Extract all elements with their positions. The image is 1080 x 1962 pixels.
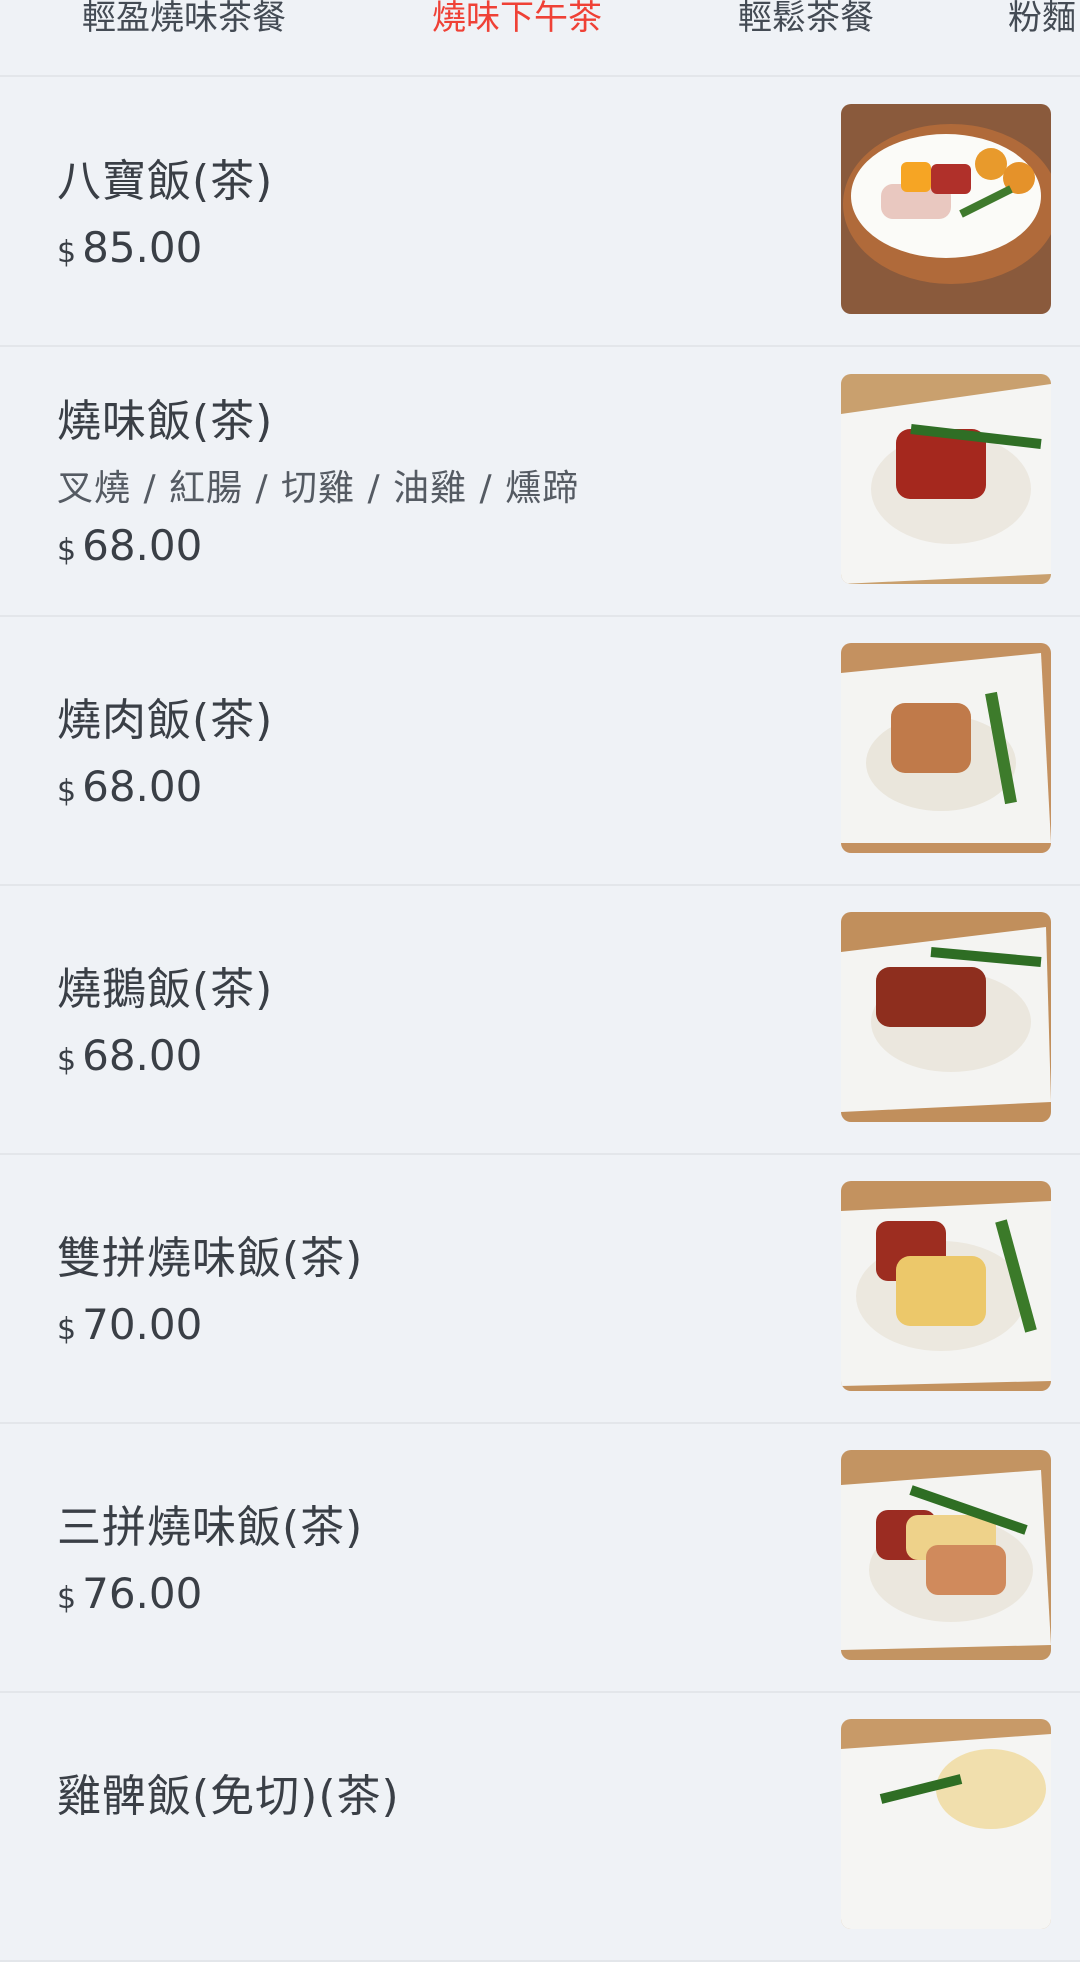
currency-symbol: $ — [57, 1312, 77, 1347]
bbq-pork-rice-photo — [841, 374, 1051, 584]
tab-bbq-afternoon-tea[interactable]: 燒味下午茶 — [432, 0, 602, 39]
menu-item[interactable]: 雞髀飯(免切)(茶) — [0, 1692, 1080, 1962]
item-price: $85.00 — [57, 223, 203, 272]
item-price: $68.00 — [57, 762, 203, 811]
item-price: $70.00 — [57, 1300, 203, 1349]
item-name: 燒肉飯(茶) — [57, 695, 274, 746]
item-price: $76.00 — [57, 1569, 203, 1618]
item-name: 八寶飯(茶) — [57, 156, 274, 207]
menu-item[interactable]: 燒鵝飯(茶) $68.00 — [0, 885, 1080, 1155]
item-name: 雞髀飯(免切)(茶) — [57, 1771, 400, 1822]
roast-goose-rice-photo — [841, 912, 1051, 1122]
currency-symbol: $ — [57, 774, 77, 809]
currency-symbol: $ — [57, 1581, 77, 1616]
item-price: $68.00 — [57, 1031, 203, 1080]
tab-easy-tea-set[interactable]: 輕鬆茶餐 — [738, 0, 874, 39]
roast-pork-rice-photo — [841, 643, 1051, 853]
menu-item[interactable]: 三拼燒味飯(茶) $76.00 — [0, 1423, 1080, 1693]
tab-light-bbq-set[interactable]: 輕盈燒味茶餐 — [82, 0, 286, 39]
currency-symbol: $ — [57, 235, 77, 270]
three-bbq-combo-rice-photo — [841, 1450, 1051, 1660]
item-name: 三拼燒味飯(茶) — [57, 1502, 364, 1553]
menu-item[interactable]: 燒味飯(茶) 叉燒 / 紅腸 / 切雞 / 油雞 / 燻蹄 $68.00 — [0, 347, 1080, 617]
eight-treasure-rice-photo — [841, 104, 1051, 314]
currency-symbol: $ — [57, 1043, 77, 1078]
tab-noodles[interactable]: 粉麵 — [1008, 0, 1076, 39]
menu-item[interactable]: 八寶飯(茶) $85.00 — [0, 77, 1080, 347]
category-tab-bar: 輕盈燒味茶餐 燒味下午茶 輕鬆茶餐 粉麵 — [0, 0, 1080, 77]
menu-item[interactable]: 雙拼燒味飯(茶) $70.00 — [0, 1154, 1080, 1424]
item-name: 雙拼燒味飯(茶) — [57, 1233, 364, 1284]
currency-symbol: $ — [57, 533, 77, 568]
item-price: $68.00 — [57, 521, 203, 570]
menu-item[interactable]: 燒肉飯(茶) $68.00 — [0, 616, 1080, 886]
item-name: 燒鵝飯(茶) — [57, 964, 274, 1015]
chicken-leg-rice-photo — [841, 1719, 1051, 1929]
two-bbq-combo-rice-photo — [841, 1181, 1051, 1391]
item-description: 叉燒 / 紅腸 / 切雞 / 油雞 / 燻蹄 — [57, 468, 580, 509]
item-name: 燒味飯(茶) — [57, 396, 274, 447]
